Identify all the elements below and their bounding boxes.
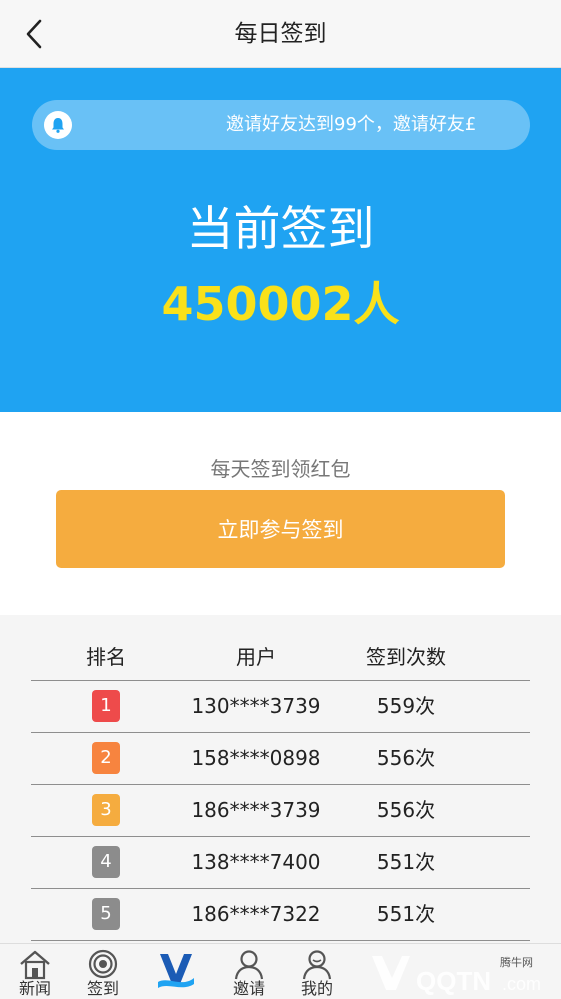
user-cell: 138****7400	[191, 850, 321, 874]
watermark-site: 腾牛网	[500, 955, 533, 969]
times-cell: 559次	[376, 694, 436, 718]
back-button[interactable]	[14, 14, 54, 54]
signin-subtitle: 每天签到领红包	[210, 457, 351, 481]
rank-badge: 5	[92, 898, 120, 930]
signin-panel: 每天签到领红包 立即参与签到	[0, 412, 561, 615]
watermark-brand: QQTN	[416, 966, 491, 996]
ranking-header: 排名 用户 签到次数	[31, 639, 530, 681]
bell-icon	[44, 111, 72, 139]
home-icon	[20, 950, 50, 980]
user-cell: 186****3739	[191, 798, 321, 822]
profile-icon	[302, 950, 332, 980]
checkin-hero: 邀请好友达到99个，邀请好友£ 当前签到 450002人	[0, 68, 561, 412]
times-cell: 551次	[376, 902, 436, 926]
column-header-user: 用户	[236, 645, 276, 669]
rank-badge: 1	[92, 690, 120, 722]
notice-text: 邀请好友达到99个，邀请好友£	[226, 114, 477, 135]
tab-news[interactable]: 新闻	[0, 944, 70, 999]
tab-checkin[interactable]: 签到	[68, 944, 138, 999]
column-header-times: 签到次数	[366, 645, 446, 669]
rank-badge: 3	[92, 794, 120, 826]
user-cell: 130****3739	[191, 694, 321, 718]
rank-badge: 2	[92, 742, 120, 774]
tab-label: 我的	[300, 979, 333, 998]
times-cell: 556次	[376, 746, 436, 770]
user-cell: 158****0898	[191, 746, 321, 770]
tab-label: 邀请	[232, 979, 265, 998]
times-cell: 556次	[376, 798, 436, 822]
ranking-table: 排名 用户 签到次数 1 130****3739 559次 2 158****0…	[0, 615, 561, 943]
page-title: 每日签到	[234, 21, 327, 47]
times-cell: 551次	[376, 850, 436, 874]
watermark-suffix: .com	[502, 974, 541, 994]
table-row: 3 186****3739 556次	[31, 785, 530, 837]
watermark-mark	[372, 956, 410, 990]
tab-invite[interactable]: 邀请	[214, 944, 284, 999]
chevron-left-icon	[26, 19, 42, 49]
user-cell: 186****7322	[191, 902, 321, 926]
top-bar: 每日签到	[0, 0, 561, 68]
tab-mine[interactable]: 我的	[282, 944, 352, 999]
notice-bar[interactable]: 邀请好友达到99个，邀请好友£	[32, 100, 530, 150]
checkin-label: 当前签到	[186, 202, 375, 257]
table-row: 4 138****7400 551次	[31, 837, 530, 889]
tab-home-logo[interactable]	[142, 944, 212, 999]
app-logo-icon	[158, 954, 194, 988]
target-icon	[88, 949, 118, 979]
table-row: 2 158****0898 556次	[31, 733, 530, 785]
join-checkin-button[interactable]: 立即参与签到	[56, 490, 505, 568]
rank-badge: 4	[92, 846, 120, 878]
watermark-logo: 腾牛网 QQTN .com	[372, 955, 541, 996]
tab-label: 签到	[86, 979, 119, 998]
table-row: 5 186****7322 551次	[31, 889, 530, 941]
column-header-rank: 排名	[86, 645, 126, 669]
tab-label: 新闻	[18, 979, 51, 998]
user-icon	[234, 950, 264, 980]
table-row: 1 130****3739 559次	[31, 681, 530, 733]
checkin-count: 450002人	[161, 277, 400, 331]
